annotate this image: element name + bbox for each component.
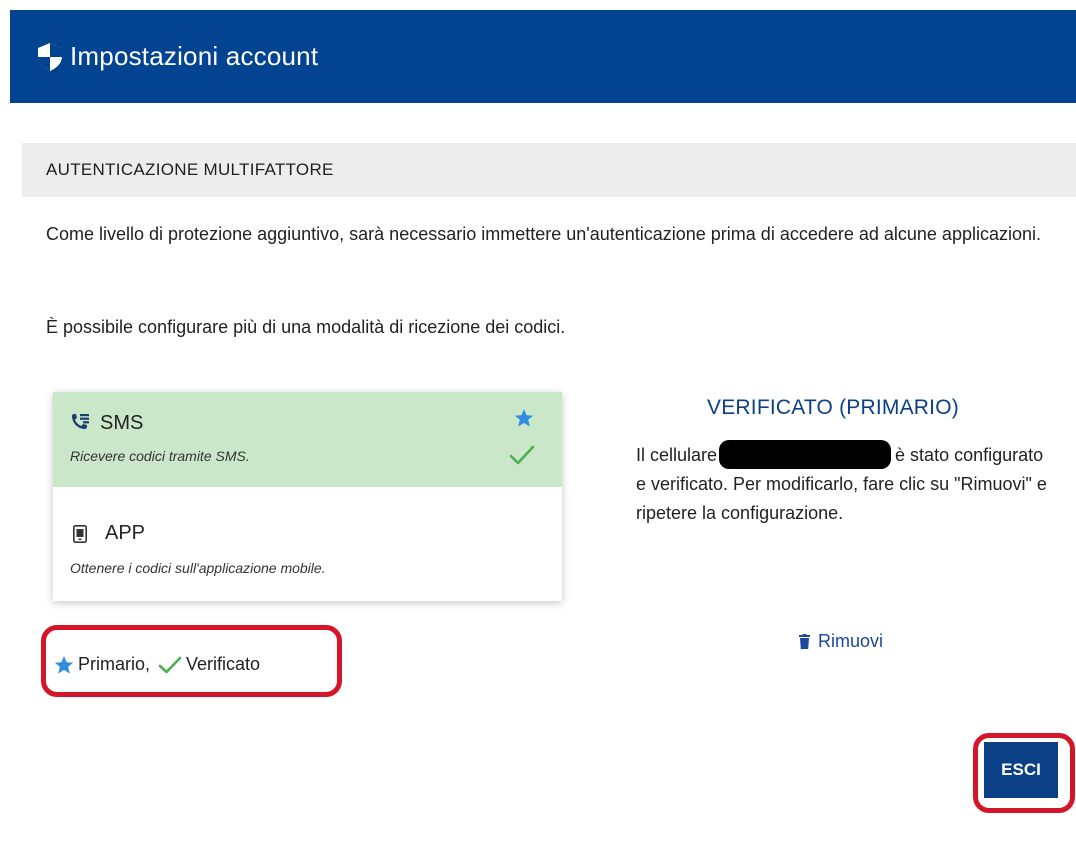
legend-verified-label: Verificato — [186, 654, 261, 674]
legend-primary-label: Primario, — [78, 654, 151, 674]
check-icon — [509, 445, 535, 465]
trash-icon — [799, 634, 810, 649]
method-option-app[interactable]: APP Ottenere i codici sull'applicazione … — [53, 487, 562, 601]
redacted-phone-number — [719, 440, 892, 469]
method-option-sms[interactable]: SMS Ricevere codici tramite SMS. — [53, 392, 562, 487]
section-header: AUTENTICAZIONE MULTIFATTORE — [22, 143, 1076, 197]
star-icon — [514, 409, 534, 427]
exit-button[interactable]: ESCI — [984, 742, 1058, 798]
star-icon — [54, 655, 74, 674]
phone-sms-icon — [72, 414, 89, 429]
legend: Primario, Verificato — [54, 654, 260, 675]
mobile-app-icon — [73, 525, 87, 543]
methods-card: SMS Ricevere codici tramite SMS. APP Ott… — [53, 392, 562, 601]
header-bar: Impostazioni account — [10, 10, 1076, 103]
shield-icon — [38, 42, 62, 71]
status-title: VERIFICATO (PRIMARIO) — [707, 396, 959, 419]
remove-label: Rimuovi — [818, 631, 884, 651]
page-title: Impostazioni account — [70, 41, 319, 71]
method-description-app: Ottenere i codici sull'applicazione mobi… — [70, 560, 326, 576]
remove-link[interactable]: Rimuovi — [799, 631, 883, 652]
intro-paragraph: Come livello di protezione aggiuntivo, s… — [46, 224, 1041, 244]
method-label-sms: SMS — [100, 412, 144, 434]
status-text-before: Il cellulare — [636, 445, 718, 465]
intro-note: È possibile configurare più di una modal… — [46, 317, 566, 337]
method-label-app: APP — [105, 522, 146, 544]
section-title: AUTENTICAZIONE MULTIFATTORE — [46, 160, 334, 179]
method-description-sms: Ricevere codici tramite SMS. — [70, 448, 250, 464]
check-icon — [158, 656, 182, 673]
status-description: Il cellulare è stato configurato e verifi… — [636, 440, 1056, 528]
